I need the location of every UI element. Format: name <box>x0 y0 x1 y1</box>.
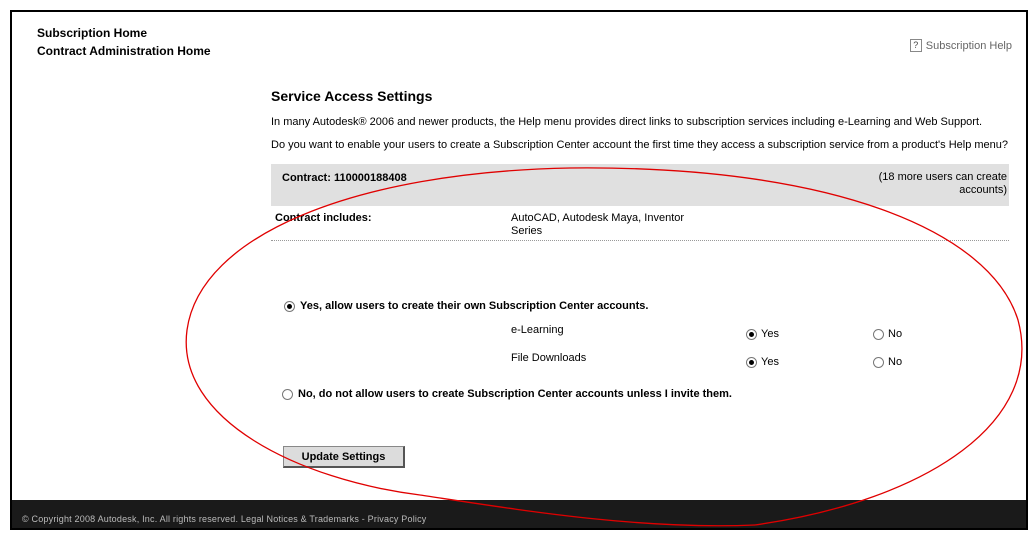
allow-accounts-label: Yes, allow users to create their own Sub… <box>300 300 649 312</box>
elearning-no-option[interactable]: No <box>873 328 902 340</box>
elearning-no-radio[interactable] <box>873 328 884 340</box>
file-downloads-no-option[interactable]: No <box>873 356 902 368</box>
remaining-users: (18 more users can create accounts) <box>878 171 1007 196</box>
elearning-no-label: No <box>888 328 903 340</box>
file-downloads-no-radio[interactable] <box>873 356 884 368</box>
intro-text: In many Autodesk® 2006 and newer product… <box>271 116 983 128</box>
main-content: Service Access Settings In many Autodesk… <box>271 88 1009 241</box>
contract-includes-label: Contract includes: <box>275 212 372 224</box>
elearning-yes-option[interactable]: Yes <box>746 328 779 340</box>
deny-accounts-radio[interactable] <box>282 388 293 400</box>
help-icon: ? <box>909 39 922 52</box>
contract-includes-row: Contract includes: AutoCAD, Autodesk May… <box>271 206 1009 241</box>
subscription-help-label: Subscription Help <box>925 39 1012 52</box>
contract-includes-value: AutoCAD, Autodesk Maya, Inventor Series <box>511 212 685 237</box>
contract-header: Contract: 110000188408 (18 more users ca… <box>271 164 1009 206</box>
subscription-home-link[interactable]: Subscription Home <box>37 24 211 42</box>
file-downloads-yes-option[interactable]: Yes <box>746 356 779 368</box>
deny-accounts-label: No, do not allow users to create Subscri… <box>298 388 732 400</box>
service-name-file-downloads: File Downloads <box>511 352 587 364</box>
elearning-yes-label: Yes <box>761 328 779 340</box>
allow-accounts-option[interactable]: Yes, allow users to create their own Sub… <box>284 300 648 312</box>
contract-id: Contract: 110000188408 <box>282 172 407 184</box>
footer-copyright: © Copyright 2008 Autodesk, Inc. All righ… <box>22 514 427 524</box>
browser-frame: Subscription Home Contract Administratio… <box>10 10 1028 530</box>
file-downloads-no-label: No <box>888 356 903 368</box>
file-downloads-yes-label: Yes <box>761 356 779 368</box>
page-footer: © Copyright 2008 Autodesk, Inc. All righ… <box>12 500 1026 528</box>
question-text: Do you want to enable your users to crea… <box>271 139 1009 151</box>
top-navigation: Subscription Home Contract Administratio… <box>37 24 211 60</box>
service-name-elearning: e-Learning <box>511 324 564 336</box>
elearning-yes-radio[interactable] <box>746 328 757 340</box>
file-downloads-yes-radio[interactable] <box>746 356 757 368</box>
subscription-help-link[interactable]: ? Subscription Help <box>909 39 1012 52</box>
allow-accounts-radio[interactable] <box>284 300 295 312</box>
contract-admin-home-link[interactable]: Contract Administration Home <box>37 42 211 60</box>
update-settings-button[interactable]: Update Settings <box>283 446 405 468</box>
deny-accounts-option[interactable]: No, do not allow users to create Subscri… <box>282 388 732 400</box>
page-title: Service Access Settings <box>271 88 433 104</box>
